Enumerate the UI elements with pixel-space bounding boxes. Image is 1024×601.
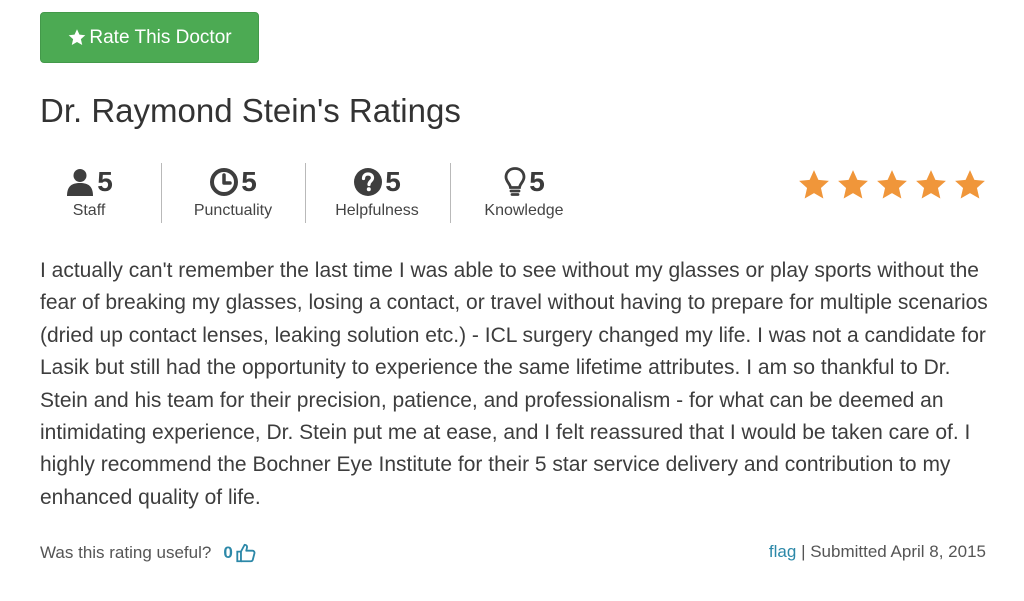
useful-question: Was this rating useful? xyxy=(40,543,212,562)
star-icon xyxy=(838,170,868,199)
star-icon xyxy=(69,29,86,46)
metric-label-staff: Staff xyxy=(72,202,106,219)
page-title: Dr. Raymond Stein's Ratings xyxy=(40,92,461,129)
review-meta: flag | Submitted April 8, 2015 xyxy=(769,542,986,562)
overall-star-rating xyxy=(796,168,988,202)
metric-divider xyxy=(161,163,162,223)
question-circle-icon xyxy=(354,168,383,196)
metric-divider xyxy=(450,163,451,223)
review-text: I actually can't remember the last time … xyxy=(40,259,988,509)
useful-rating-section: Was this rating useful? 0 xyxy=(40,542,257,564)
thumbs-up-button[interactable] xyxy=(235,542,257,564)
submitted-date: Submitted April 8, 2015 xyxy=(810,542,986,561)
star-icon xyxy=(955,170,985,199)
metric-punctuality: 5 Punctuality xyxy=(180,165,286,225)
metric-label-knowledge: Knowledge xyxy=(484,202,564,219)
useful-count: 0 xyxy=(223,543,233,562)
user-icon xyxy=(67,169,94,196)
meta-separator: | xyxy=(801,542,806,561)
star-icon xyxy=(877,170,907,199)
star-icon xyxy=(916,170,946,199)
rate-button-label: Rate This Doctor xyxy=(89,26,232,48)
metric-divider xyxy=(305,163,306,223)
metric-label-punctuality: Punctuality xyxy=(193,202,273,219)
metric-value-knowledge: 5 xyxy=(529,166,545,197)
metric-value-staff: 5 xyxy=(97,166,113,197)
metric-staff: 5 Staff xyxy=(58,165,120,225)
rate-this-doctor-button[interactable]: Rate This Doctor xyxy=(40,12,259,63)
metric-helpfulness: 5 Helpfulness xyxy=(322,165,432,225)
thumbs-up-icon xyxy=(236,543,256,563)
clock-icon xyxy=(210,168,239,196)
metric-label-helpfulness: Helpfulness xyxy=(335,202,419,219)
metric-value-helpfulness: 5 xyxy=(385,166,401,197)
star-icon xyxy=(799,170,829,199)
lightbulb-icon xyxy=(504,167,526,196)
flag-link[interactable]: flag xyxy=(769,542,796,561)
metric-knowledge: 5 Knowledge xyxy=(470,165,578,225)
metric-value-punctuality: 5 xyxy=(241,166,257,197)
